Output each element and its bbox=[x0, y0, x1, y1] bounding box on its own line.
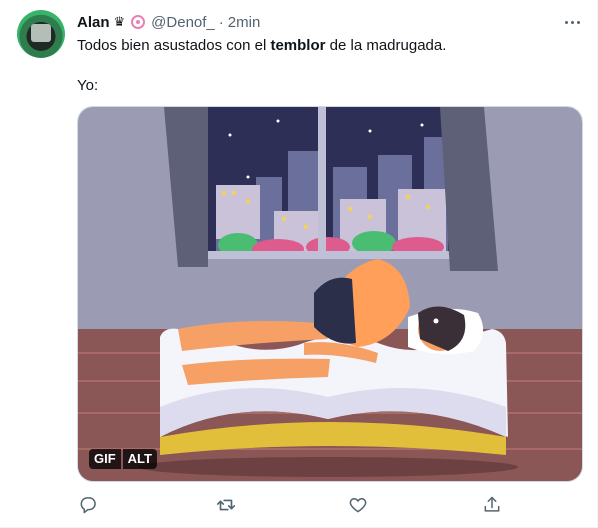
spiral-emoji-icon bbox=[131, 15, 146, 29]
avatar-image bbox=[31, 24, 51, 42]
media-badges: GIF ALT bbox=[89, 449, 157, 469]
like-icon bbox=[349, 498, 367, 513]
tweet-text: Todos bien asustados con el temblor de l… bbox=[77, 36, 582, 96]
hashtag-bold: temblor bbox=[270, 37, 326, 54]
retweet-button[interactable] bbox=[215, 494, 237, 516]
tweet-header: Alan ♛ @Denof_ · 2min bbox=[77, 12, 260, 32]
author-handle[interactable]: @Denof_ bbox=[151, 14, 215, 31]
separator-dot: · bbox=[218, 13, 224, 31]
more-options-button[interactable] bbox=[562, 12, 582, 32]
tweet[interactable]: Alan ♛ @Denof_ · 2min Todos bien asustad… bbox=[0, 0, 598, 528]
gif-badge: GIF bbox=[89, 449, 121, 469]
retweet-icon bbox=[216, 499, 236, 511]
reply-button[interactable] bbox=[77, 494, 99, 516]
share-icon bbox=[484, 496, 500, 512]
gif-illustration bbox=[78, 107, 582, 481]
tweet-media-gif[interactable]: GIF ALT bbox=[77, 106, 583, 482]
timestamp[interactable]: 2min bbox=[228, 14, 261, 31]
avatar[interactable] bbox=[17, 10, 65, 58]
like-button[interactable] bbox=[347, 494, 369, 516]
crown-icon: ♛ bbox=[113, 14, 126, 29]
reply-icon bbox=[80, 497, 96, 514]
alt-text-button[interactable]: ALT bbox=[122, 449, 157, 469]
author-name[interactable]: Alan bbox=[77, 14, 110, 31]
tweet-actions bbox=[77, 494, 507, 516]
more-options-icon bbox=[564, 20, 568, 24]
tweet-text-line2: Yo: bbox=[77, 77, 99, 94]
share-button[interactable] bbox=[481, 494, 503, 516]
